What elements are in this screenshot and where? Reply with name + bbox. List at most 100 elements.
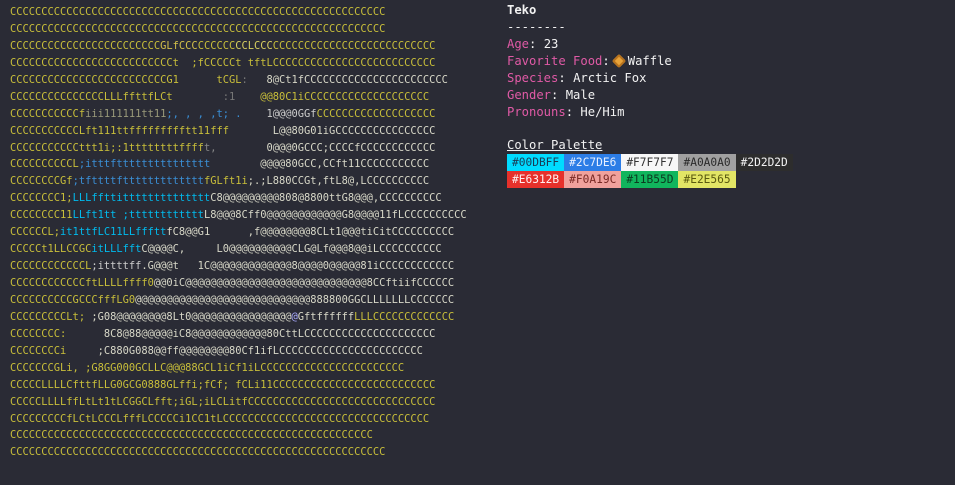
pronouns-line: Pronouns: He/Him (507, 104, 793, 121)
ascii-art-segment: CCCCCCCCCCCCCCCCCCC (316, 107, 436, 120)
ascii-art-segment: fC8@@G1 ,f@@@@@@@@8CLt1@@@tiCitCCCCCCCCC… (166, 226, 455, 239)
ascii-art-row: CCCCCCCCCLt; ;G08@@@@@@@@8Lt0@@@@@@@@@@@… (10, 309, 500, 326)
color-swatch: #2C7DE6 (564, 153, 622, 171)
color-swatch: #E6312B (507, 170, 565, 188)
ascii-art-segment: ;tfttttfttttttttttttt (72, 175, 204, 188)
ascii-art-segment: CCCCCCCCCCL (10, 158, 79, 171)
ascii-art-segment: CCCCCCL; (10, 226, 61, 239)
ascii-art-segment: it1ttfLC11LLffftt (60, 226, 167, 239)
ascii-art-segment: iii111111tt11 (85, 107, 167, 120)
ascii-art-segment: LLft1tt ;tttttttttttt (72, 209, 204, 222)
ascii-art-segment: CCCCCCCC11 (10, 209, 73, 222)
ascii-art-segment: CCCCCCCCCCCCCCCCCCCCCCCCCCCCCCCCCCCCCCCC… (10, 446, 386, 459)
profile-info-panel: Teko -------- Age: 23 Favorite Food: Waff… (507, 2, 793, 188)
ascii-art-row: CCCCCCCCCCCfiii111111tt11;, , , ,t; . 1@… (10, 106, 500, 123)
age-colon: : (529, 36, 544, 51)
ascii-art-segment: .G@@@t 1C@@@@@@@@@@@@@8@@@@0@@@@@81iCCCC… (141, 260, 455, 273)
ascii-art-segment: tCGL (178, 73, 242, 86)
ascii-art-segment: L@@80G01iGCCCCCCCCCCCCCCCC (272, 124, 436, 137)
ascii-art-segment: L8@@@8Cff0@@@@@@@@@@@@G8@@@@11fLCCCCCCCC… (203, 209, 467, 222)
ascii-art-segment: LLLffttitttttttttttttt (72, 192, 211, 205)
age-key: Age (507, 36, 530, 51)
ascii-art-segment: 8@Ct1fCCCCCCCCCCCCCCCCCCCCCCC (266, 73, 448, 86)
profile-name: Teko (507, 3, 537, 17)
ascii-art-row: CCCCCLLLLffLtLt1tLCGGCLfft;iGL;iLCLitfCC… (10, 394, 500, 411)
species-colon: : (558, 70, 574, 85)
ascii-art-row: CCCCCCCCi ;C880G088@@ff@@@@@@@@80Cf1ifLC… (10, 343, 500, 360)
ascii-art-row: CCCCCLLLLCfttfLLG0GCG0888GLffi;fCf; fCLi… (10, 377, 500, 394)
color-swatch: #E2E565 (678, 170, 736, 188)
ascii-art-segment: 0@@@0GCCC;CCCCfCCCCCCCCCCCC (266, 141, 436, 154)
food-key: Favorite Food (507, 53, 603, 68)
ascii-art-segment: CCLCCC (235, 39, 273, 52)
ascii-art-row: CCCCCCCC1;LLLffttittttttttttttttC8@@@@@@… (10, 190, 500, 207)
ascii-art-segment: t, (203, 141, 267, 154)
ascii-art-portrait: CCCCCCCCCCCCCCCCCCCCCCCCCCCCCCCCCCCCCCCC… (10, 4, 500, 464)
ascii-art-row: CCCCCCCCCCCCCCCCCCCCCCCCGLfCCCCCCCCCCCLC… (10, 38, 500, 55)
color-swatch: #A0A0A0 (678, 153, 736, 171)
ascii-art-segment: ;C880G088@@ff@@@@@@@@80Cf1ifLCCCCCCCCCCC… (66, 344, 423, 357)
ascii-art-row: CCCCCCCCCCCCCCCLLLffttfLCt :1 @@80C1iCCC… (10, 89, 500, 106)
pronouns-value: He/Him (580, 104, 625, 119)
color-swatch: #11B55D (621, 170, 679, 188)
ascii-art-segment: ;itttfttttttttttttttt (78, 158, 211, 171)
ascii-art-segment: CCCCCCCCCCCCL (10, 260, 92, 273)
ascii-art-row: CCCCCCCCCCL;itttfttttttttttttttt @@@@80G… (10, 156, 500, 173)
ascii-art-segment: CCCCCCCCCCCCCCCCCCCCCCCCCG1 (10, 73, 179, 86)
ascii-art-segment: itLLLfft (91, 243, 142, 256)
ascii-art-segment: Gftffffff (297, 310, 355, 323)
ascii-art-row: CCCCCCCCCCCCCCCCCCCCCCCCCG1 tCGL: 8@Ct1f… (10, 72, 500, 89)
ascii-art-segment: @@@@@@@@@@@@@@@@@@@@@@@@@@@@888800GGCLLL… (135, 293, 455, 306)
color-swatch: #F0A19C (564, 170, 622, 188)
ascii-art-row: CCCCCCCGLi, ;G8GG000GCLLC@@@88GCL1iCf1iL… (10, 360, 500, 377)
species-key: Species (507, 70, 559, 85)
ascii-art-row: CCCCCCCC: 8C8@88@@@@@iC8@@@@@@@@@@@@80Ct… (10, 326, 500, 343)
ascii-art-row: CCCCCCCCCCCCCCCCCCCCCCCCCCCCCCCCCCCCCCCC… (10, 444, 500, 461)
ascii-art-row: CCCCCCCCCfLCtLCCCLfffLCCCCCi1CC1tLCCCCCC… (10, 411, 500, 428)
color-swatch: #2D2D2D (735, 153, 793, 171)
palette-row-2: #E6312B #F0A19C #11B55D #E2E565 (507, 170, 793, 188)
ascii-art-row: CCCCCCCCCCCLft111ttffffffffftt11fff L@@8… (10, 123, 500, 140)
profile-name-line: Teko (507, 2, 793, 19)
ascii-art-row: CCCCCCCCCCCCCCCCCCCCCCCCCCCCCCCCCCCCCCCC… (10, 4, 500, 21)
ascii-art-segment: CCCCCCCCCCCCftLLLLffff0 (10, 277, 154, 289)
ascii-art-segment: 1@@@0GGf (254, 107, 317, 120)
ascii-art-segment: CCCCCt1LLCCGC (10, 243, 92, 256)
ascii-art-row: CCCCCCCCCCCCftLLLLffff0@@0iC@@@@@@@@@@@@… (10, 275, 500, 292)
ascii-art-segment: CCCCCCCCCCCCCCCCCCCCCCCCCCt (10, 56, 179, 69)
ascii-art-segment: :1 (172, 90, 236, 103)
ascii-art-segment: G8GG000GCLLC@@@88GCL1iCf1iLCCCCCCCCCCCCC… (91, 361, 405, 374)
ascii-art-segment: CCCCCCCCCfLCtLCCCLfffLCCCCCi1CC1tLCCCCCC… (10, 412, 430, 425)
food-line: Favorite Food: Waffle (507, 53, 793, 70)
ascii-art-segment: C@@@@C, L0@@@@@@@@@@CLG@Lf@@@8@@iLCCCCCC… (141, 243, 442, 256)
ascii-art-segment: ;, , , ,t; . (166, 107, 254, 120)
ascii-art-row: CCCCCCCCCCCCCCCCCCCCCCCCCCt ;fCCCCCt tft… (10, 55, 500, 72)
species-line: Species: Arctic Fox (507, 70, 793, 87)
age-line: Age: 23 (507, 36, 793, 53)
ascii-art-segment: fGLft1i (203, 175, 248, 188)
color-swatch: #F7F7F7 (621, 153, 679, 171)
ascii-art-segment: ;G08@@@@@@@@8Lt0@@@@@@@@@@@@@@@@ (85, 310, 292, 323)
waffle-icon (611, 53, 626, 68)
color-swatch: #00DBFF (507, 153, 565, 171)
ascii-art-segment: CCCCCC (197, 39, 236, 52)
ascii-art-row: CCCCCCCCCCGCCCfffLG0@@@@@@@@@@@@@@@@@@@@… (10, 292, 500, 309)
ascii-art-segment: CCCCCCCCCCGCCCfffLG0 (10, 293, 136, 306)
ascii-art-segment (235, 91, 260, 103)
ascii-art-segment: CCCCCLLLLffLtLt1tLCGGCLfft;iGL;iLCLitfCC… (10, 395, 436, 408)
pronouns-key: Pronouns (507, 104, 566, 119)
ascii-art-segment: fLCt (147, 90, 173, 103)
ascii-art-segment: CCCCCCCCCCCf (10, 107, 86, 120)
ascii-art-segment: CCCCCCCGLi, ; (10, 361, 92, 374)
ascii-art-segment: tftLCCCCCCC (241, 56, 317, 69)
ascii-art-row: CCCCCCCCGf;tfttttftttttttttttttfGLft1i;.… (10, 173, 500, 190)
ascii-art-segment: 8C8@88@@@@@iC8@@@@@@@@@@@@80CttLCCCCCCCC… (66, 327, 436, 340)
ascii-art-segment: ;.;L880CCGt,ftL8@,LCCCCCCCCCC (247, 175, 430, 188)
ascii-art-segment (210, 158, 260, 170)
pronouns-colon: : (565, 104, 581, 119)
gender-line: Gender: Male (507, 87, 793, 104)
ascii-art-segment: CCCCCCCCi (10, 344, 67, 357)
ascii-art-segment: CCCCCCCCGf (10, 175, 73, 188)
ascii-art-segment: @@@@80GCC,CCft11CCCCCCCCCCC (260, 158, 430, 171)
palette-title-line: Color Palette (507, 137, 793, 154)
